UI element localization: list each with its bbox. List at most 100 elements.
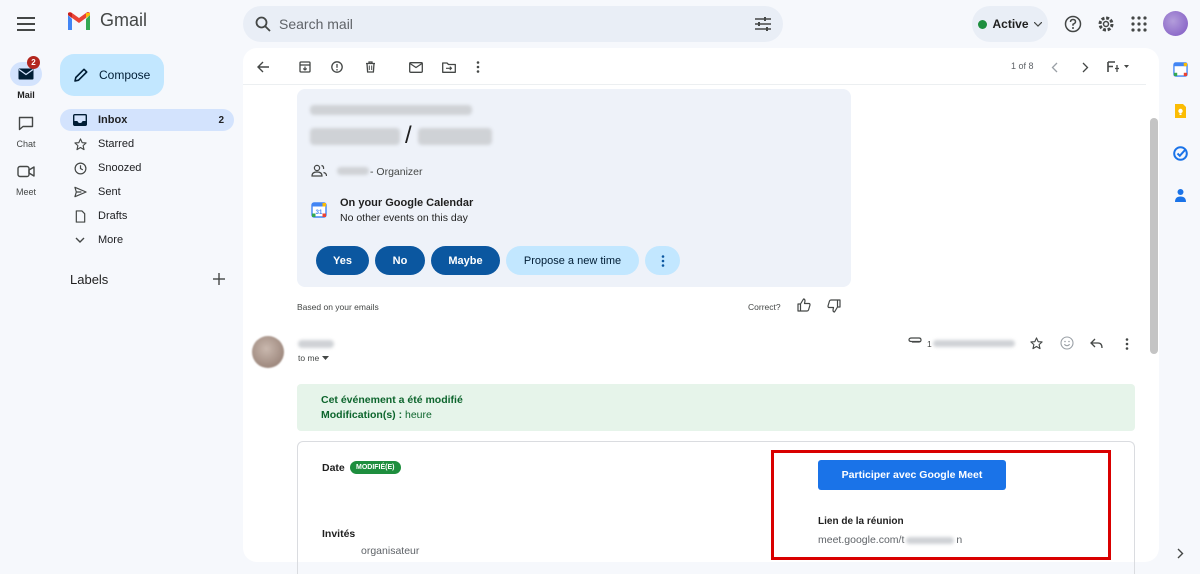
rsvp-maybe-button[interactable]: Maybe <box>431 246 500 275</box>
gmail-m-icon <box>68 11 90 30</box>
attachment-prefix: 1 <box>927 339 932 349</box>
search-bar[interactable]: Search mail <box>243 6 783 42</box>
main-menu-button[interactable] <box>12 10 40 38</box>
message-more-button[interactable] <box>1125 338 1129 350</box>
banner-modification: Modification(s) : heure <box>321 409 432 421</box>
tasks-icon <box>1172 145 1188 161</box>
side-calendar-button[interactable] <box>1170 59 1190 79</box>
guest-role: organisateur <box>361 545 420 557</box>
event-updated-banner <box>297 384 1135 431</box>
archive-button[interactable] <box>294 58 316 76</box>
compose-button[interactable]: Compose <box>60 54 164 96</box>
help-button[interactable] <box>1061 12 1085 36</box>
inbox-icon <box>73 114 87 126</box>
chevron-left-icon <box>1051 62 1057 72</box>
report-spam-button[interactable] <box>326 58 348 76</box>
calendar-icon: 31 <box>311 202 327 218</box>
search-icon <box>255 16 271 32</box>
contacts-icon <box>1174 188 1186 202</box>
thumbs-down-button[interactable] <box>827 299 841 313</box>
guests-label: Invités <box>322 528 356 540</box>
mark-unread-button[interactable] <box>405 58 427 76</box>
calendar-status-sub: No other events on this day <box>340 212 468 224</box>
nav-item-inbox[interactable]: Inbox 2 <box>60 109 234 131</box>
nav-item-starred[interactable]: Starred <box>60 133 234 155</box>
newer-button[interactable] <box>1043 58 1065 76</box>
search-input[interactable]: Search mail <box>279 16 755 32</box>
mail-icon <box>18 68 34 80</box>
more-vert-icon <box>476 61 480 73</box>
redacted-date <box>933 340 1015 347</box>
settings-button[interactable] <box>1094 12 1118 36</box>
star-message-button[interactable] <box>1030 337 1043 350</box>
chevron-right-icon <box>1177 548 1183 558</box>
nav-item-sent[interactable]: Sent <box>60 181 234 203</box>
account-avatar[interactable] <box>1163 11 1188 36</box>
organizer-row <box>311 164 327 177</box>
gmail-logo[interactable]: Gmail <box>66 10 147 31</box>
nav-starred-label: Starred <box>98 138 135 150</box>
nav-inbox-label: Inbox <box>98 114 128 126</box>
chevron-down-icon <box>75 237 85 243</box>
nav-item-snoozed[interactable]: Snoozed <box>60 157 234 179</box>
smiley-icon <box>1060 336 1074 350</box>
sender-avatar[interactable] <box>252 336 284 368</box>
rail-meet[interactable]: Meet <box>4 159 48 197</box>
recipients-toggle[interactable]: to me <box>298 353 330 363</box>
emoji-react-button[interactable] <box>1060 336 1074 350</box>
side-tasks-button[interactable] <box>1170 143 1190 163</box>
pager-text: 1 of 8 <box>1011 61 1034 71</box>
date-label: Date <box>322 462 345 474</box>
delete-button[interactable] <box>359 58 381 76</box>
search-options-icon[interactable] <box>755 17 771 31</box>
older-button[interactable] <box>1074 58 1096 76</box>
rsvp-yes-button[interactable]: Yes <box>316 246 369 275</box>
create-label-button[interactable] <box>212 272 226 286</box>
expand-side-panel-button[interactable] <box>1170 543 1190 563</box>
people-icon <box>311 164 327 177</box>
draft-file-icon <box>75 209 85 223</box>
status-selector[interactable]: Active <box>972 6 1048 42</box>
keep-icon <box>1174 104 1186 118</box>
move-to-button[interactable] <box>438 58 460 76</box>
calendar-icon <box>1172 61 1188 77</box>
side-contacts-button[interactable] <box>1170 185 1190 205</box>
nav-more-label: More <box>98 234 124 246</box>
apps-button[interactable] <box>1127 12 1151 36</box>
input-tools-button[interactable] <box>1104 58 1134 76</box>
rsvp-no-button[interactable]: No <box>375 246 425 275</box>
rail-chat[interactable]: Chat <box>4 111 48 149</box>
trash-icon <box>365 61 375 73</box>
attachment-indicator <box>908 337 922 346</box>
rsvp-more-button[interactable] <box>645 246 680 275</box>
to-me-label: to me <box>298 353 320 363</box>
send-icon <box>73 186 87 198</box>
svg-text:31: 31 <box>316 210 323 216</box>
rail-meet-label: Meet <box>15 187 36 197</box>
rail-mail[interactable]: 2 Mail <box>4 56 48 100</box>
nav-item-more[interactable]: More <box>60 229 234 251</box>
thumbs-up-button[interactable] <box>797 298 811 312</box>
compose-label: Compose <box>99 68 151 82</box>
redacted-event-time <box>310 128 400 145</box>
redacted-organizer-name <box>337 167 369 175</box>
rail-mail-label: Mail <box>17 90 35 100</box>
back-button[interactable] <box>252 58 274 76</box>
caret-down-icon <box>322 356 330 360</box>
chevron-right-icon <box>1082 62 1088 72</box>
folder-move-icon <box>442 61 456 73</box>
more-actions-button[interactable] <box>467 58 489 76</box>
nav-item-drafts[interactable]: Drafts <box>60 205 234 227</box>
side-keep-button[interactable] <box>1170 101 1190 121</box>
time-separator: / <box>405 122 412 149</box>
organizer-label: - Organizer <box>370 166 423 178</box>
propose-new-time-button[interactable]: Propose a new time <box>506 246 639 275</box>
banner-mod-label: Modification(s) : <box>321 409 403 421</box>
modified-badge: MODIFIÉ(E) <box>350 461 401 474</box>
reply-button[interactable] <box>1090 338 1103 349</box>
scrollbar-thumb[interactable] <box>1150 118 1158 354</box>
redacted-sender-name <box>298 340 334 348</box>
clock-icon <box>74 162 86 174</box>
nav-snoozed-label: Snoozed <box>98 162 142 174</box>
star-icon <box>73 137 87 150</box>
